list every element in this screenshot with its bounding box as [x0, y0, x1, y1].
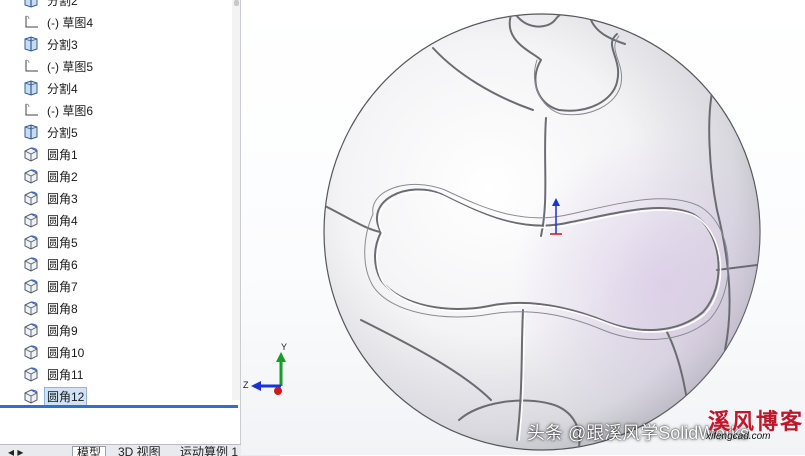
split-body-icon: [22, 35, 42, 53]
tree-item-label: 分割5: [47, 125, 78, 140]
tree-item-label: 圆角8: [47, 301, 78, 316]
tree-item[interactable]: 圆角10: [0, 341, 240, 363]
tree-item[interactable]: 圆角9: [0, 319, 240, 341]
fillet-icon: [22, 145, 42, 163]
triad-x-axis: [274, 387, 282, 395]
tree-item[interactable]: (-) 草图4: [0, 11, 240, 33]
tree-item-label: 圆角11: [47, 367, 84, 382]
fillet-icon: [22, 365, 42, 383]
tree-item-label: 圆角10: [47, 345, 85, 360]
soccer-ball-model[interactable]: [241, 0, 805, 455]
split-body-icon: [22, 123, 42, 141]
tree-item[interactable]: 圆角11: [0, 363, 240, 385]
tree-item-label: 分割2: [47, 0, 78, 8]
fillet-icon: [22, 255, 42, 273]
tree-item-label: 分割4: [47, 81, 78, 96]
tree-item-label: (-) 草图5: [47, 59, 93, 74]
tree-scrollbar[interactable]: [232, 0, 240, 400]
tree-item[interactable]: 圆角4: [0, 209, 240, 231]
tree-item[interactable]: 圆角5: [0, 231, 240, 253]
rollback-bar[interactable]: [0, 405, 238, 408]
tree-item-label: 圆角5: [47, 235, 78, 250]
view-triad: Y Z: [243, 342, 287, 395]
tree-item[interactable]: 圆角6: [0, 253, 240, 275]
tree-item[interactable]: 圆角8: [0, 297, 240, 319]
feature-manager-tree: 分割2 (-) 草图4 分割3 (-) 草图5 分割4 (-) 草图6 分割5 圆角1 圆角2 圆…: [0, 0, 241, 455]
tree-item[interactable]: 分割4: [0, 77, 240, 99]
tree-item[interactable]: 分割2: [0, 0, 240, 11]
triad-y-label: Y: [281, 342, 287, 352]
tree-item-label: (-) 草图4: [47, 15, 93, 30]
tree-item-label: 圆角1: [47, 147, 78, 162]
tree-item[interactable]: 圆角3: [0, 187, 240, 209]
tree-item-label: 分割3: [47, 37, 78, 52]
tree-item-label: 圆角4: [47, 213, 78, 228]
split-body-icon: [22, 0, 42, 9]
tree-item-label: 圆角2: [47, 169, 78, 184]
tree-scrollbar-thumb[interactable]: [234, 0, 239, 6]
graphics-viewport[interactable]: Y Z: [241, 0, 805, 455]
fillet-icon: [22, 211, 42, 229]
tree-item[interactable]: 分割5: [0, 121, 240, 143]
sketch-icon: [22, 13, 42, 31]
fillet-icon: [22, 233, 42, 251]
tree-item-label: 圆角6: [47, 257, 78, 272]
fillet-icon: [22, 277, 42, 295]
tree-item-label: (-) 草图6: [47, 103, 93, 118]
tree-item[interactable]: 圆角2: [0, 165, 240, 187]
tree-item[interactable]: 圆角12: [0, 385, 240, 407]
tree-item-label: 圆角3: [47, 191, 78, 206]
sketch-icon: [22, 57, 42, 75]
split-body-icon: [22, 79, 42, 97]
fillet-icon: [22, 321, 42, 339]
tree-item-label: 圆角7: [47, 279, 78, 294]
tree-item[interactable]: 圆角7: [0, 275, 240, 297]
fillet-icon: [22, 167, 42, 185]
tree-item-label: 圆角12: [44, 386, 88, 406]
tree-item[interactable]: 圆角1: [0, 143, 240, 165]
fillet-icon: [22, 189, 42, 207]
tree-item-label: 圆角9: [47, 323, 78, 338]
blog-url: xifengcad.com: [706, 431, 771, 442]
fillet-icon: [22, 343, 42, 361]
origin-indicator: [550, 198, 562, 235]
fillet-icon: [22, 387, 42, 405]
feature-tree-list: 分割2 (-) 草图4 分割3 (-) 草图5 分割4 (-) 草图6 分割5 圆角1 圆角2 圆…: [0, 0, 240, 407]
triad-z-label: Z: [243, 380, 249, 390]
sketch-icon: [22, 101, 42, 119]
tree-item[interactable]: (-) 草图5: [0, 55, 240, 77]
bottom-tab-strip: ◂ ▸ 模型 3D 视图 运动算例 1: [0, 444, 280, 456]
tree-item[interactable]: 分割3: [0, 33, 240, 55]
tree-item[interactable]: (-) 草图6: [0, 99, 240, 121]
fillet-icon: [22, 299, 42, 317]
